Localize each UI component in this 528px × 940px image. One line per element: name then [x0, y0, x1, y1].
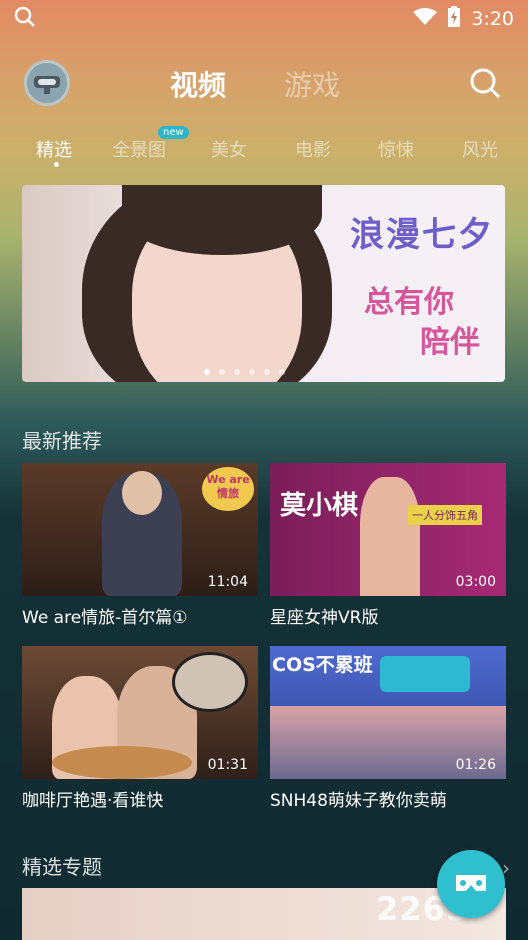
video-duration: 03:00 [455, 574, 496, 590]
search-button[interactable] [468, 66, 502, 100]
video-card[interactable]: 01:31 咖啡厅艳遇·看谁快 [22, 646, 258, 811]
battery-charging-icon [447, 5, 461, 33]
active-indicator [54, 162, 59, 167]
carousel-indicator [204, 369, 285, 375]
wifi-icon [413, 7, 438, 31]
carousel-dot[interactable] [204, 369, 210, 375]
video-title: SNH48萌妹子教你卖萌 [270, 791, 447, 811]
video-duration: 01:26 [455, 757, 496, 773]
video-card[interactable]: 莫小棋 一人分饰五角 03:00 星座女神VR版 [270, 463, 506, 628]
thumbnail-title: 莫小棋 [280, 491, 359, 521]
tab-video[interactable]: 视频 [170, 64, 226, 104]
app-header: 视频 游戏 [0, 56, 528, 110]
thumbnail-logo: We are 情旅 [202, 467, 254, 511]
video-title: 咖啡厅艳遇·看谁快 [22, 791, 164, 811]
clock: 3:20 [471, 8, 514, 30]
thumbnail-subtitle: 一人分饰五角 [408, 505, 482, 525]
category-tab-thriller[interactable]: 惊悚 [378, 136, 414, 162]
search-icon[interactable] [14, 6, 36, 32]
category-tab-movie[interactable]: 电影 [295, 136, 331, 162]
banner-carousel[interactable]: 浪漫七夕 总有你 陪伴 [22, 185, 505, 382]
tab-game[interactable]: 游戏 [284, 64, 340, 104]
section-title-featured: 精选专题 [22, 855, 102, 879]
category-tabs: 精选 全景图 new 美女 电影 惊悚 风光 [0, 126, 528, 172]
category-tab-featured[interactable]: 精选 [36, 136, 72, 162]
category-tab-panorama[interactable]: 全景图 [112, 136, 166, 162]
avatar[interactable] [24, 60, 70, 106]
video-card[interactable]: COS不累班 01:26 SNH48萌妹子教你卖萌 [270, 646, 506, 811]
section-title-latest: 最新推荐 [22, 429, 102, 453]
search-icon [470, 68, 501, 99]
banner-subtitle: 总有你 [364, 285, 454, 320]
category-tab-beauty[interactable]: 美女 [211, 136, 247, 162]
thumbnail-title: COS不累班 [272, 654, 373, 676]
video-thumbnail: 莫小棋 一人分饰五角 03:00 [270, 463, 506, 596]
carousel-dot[interactable] [264, 369, 270, 375]
carousel-dot[interactable] [279, 369, 285, 375]
video-thumbnail: COS不累班 01:26 [270, 646, 506, 779]
video-title: 星座女神VR版 [270, 608, 379, 628]
carousel-dot[interactable] [249, 369, 255, 375]
video-duration: 11:04 [207, 574, 248, 590]
carousel-dot[interactable] [234, 369, 240, 375]
new-badge: new [158, 126, 189, 139]
video-thumbnail: We are 情旅 11:04 [22, 463, 258, 596]
banner-subtitle-2: 陪伴 [420, 325, 480, 360]
video-thumbnail: 01:31 [22, 646, 258, 779]
video-card[interactable]: We are 情旅 11:04 We are情旅-首尔篇① [22, 463, 258, 628]
video-title: We are情旅-首尔篇① [22, 608, 188, 628]
vr-headset-icon [456, 875, 486, 891]
banner-title: 浪漫七夕 [350, 215, 494, 255]
video-duration: 01:31 [207, 757, 248, 773]
vr-mode-button[interactable] [437, 850, 505, 918]
category-tab-scenery[interactable]: 风光 [462, 136, 498, 162]
status-bar: 3:20 [0, 0, 528, 38]
carousel-dot[interactable] [219, 369, 225, 375]
